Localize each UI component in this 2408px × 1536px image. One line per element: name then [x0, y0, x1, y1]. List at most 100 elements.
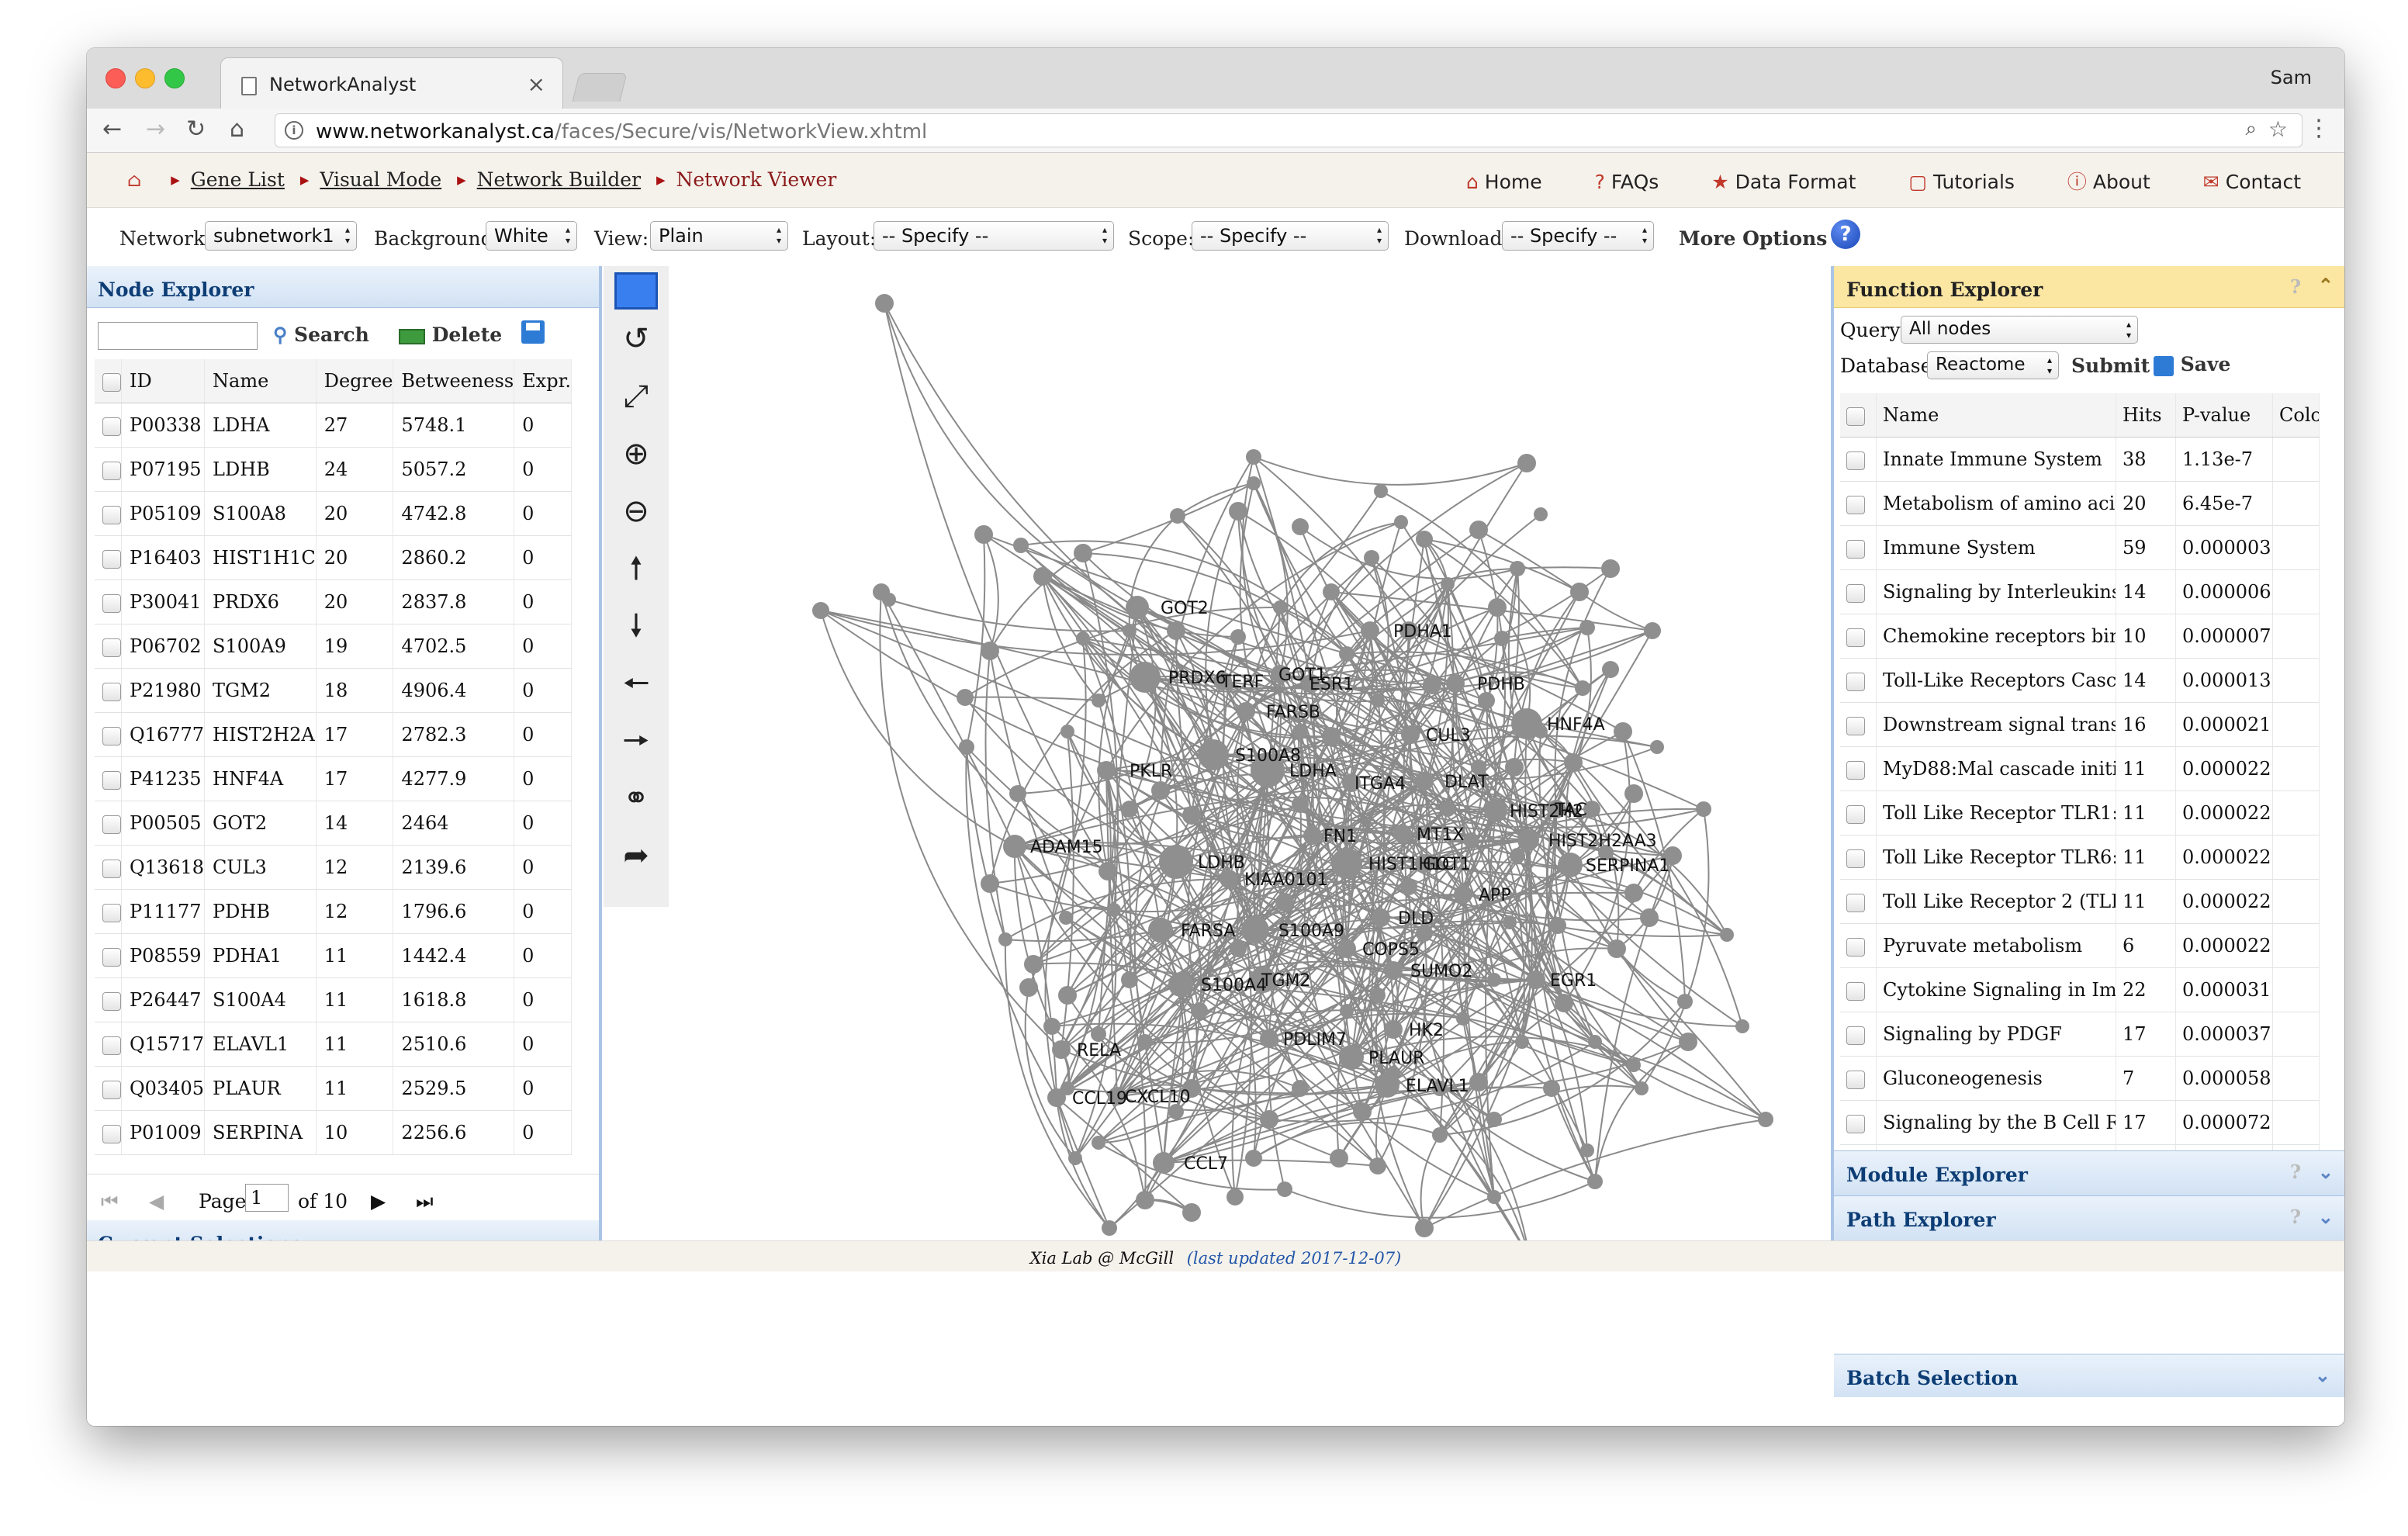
- network-node[interactable]: [1353, 1102, 1372, 1121]
- url-field[interactable]: i www.networkanalyst.ca/faces/Secure/vis…: [275, 113, 2302, 147]
- table-row[interactable]: P07195 LDHB 24 5057.2 0: [95, 447, 573, 492]
- scope-select[interactable]: -- Specify --: [1192, 221, 1389, 251]
- network-node[interactable]: [1624, 884, 1643, 902]
- pathway-color[interactable]: [2272, 702, 2320, 747]
- checkbox[interactable]: [102, 549, 121, 569]
- row-checkbox[interactable]: [95, 1022, 122, 1067]
- prev-page-icon[interactable]: ◀: [149, 1190, 164, 1213]
- network-node[interactable]: [1136, 1191, 1154, 1209]
- network-node-ccl7[interactable]: [1153, 1152, 1175, 1174]
- network-node-farsa[interactable]: [1148, 918, 1173, 943]
- network-node[interactable]: [1588, 1035, 1602, 1049]
- checkbox[interactable]: [102, 947, 121, 967]
- submit-button[interactable]: Submit: [2071, 355, 2150, 377]
- node-search-input[interactable]: [98, 322, 258, 350]
- network-node[interactable]: [1575, 680, 1590, 696]
- table-row[interactable]: Toll Like Receptor 2 (TLR2)110.000022: [1840, 879, 2320, 924]
- network-node[interactable]: [1043, 1018, 1060, 1035]
- network-node[interactable]: [1432, 1127, 1448, 1143]
- view-select[interactable]: Plain: [650, 221, 788, 251]
- checkbox[interactable]: [1846, 495, 1865, 514]
- network-node[interactable]: [1487, 973, 1501, 987]
- network-node[interactable]: [1650, 740, 1664, 754]
- network-node[interactable]: [1292, 1080, 1309, 1097]
- help-icon[interactable]: ?: [1831, 220, 1860, 249]
- pathway-color[interactable]: [2272, 835, 2320, 880]
- network-node[interactable]: [1677, 994, 1693, 1009]
- expand-icon[interactable]: ⌄: [2315, 1364, 2330, 1386]
- network-node[interactable]: [882, 593, 896, 607]
- table-row[interactable]: P11177 PDHB 12 1796.6 0: [95, 889, 573, 934]
- table-row[interactable]: Toll Like Receptor TLR1:TLR2110.000022: [1840, 790, 2320, 835]
- network-node-mt1x[interactable]: [1393, 825, 1412, 843]
- pathway-color[interactable]: [2272, 1100, 2320, 1145]
- checkbox[interactable]: [102, 991, 121, 1011]
- checkbox[interactable]: [102, 638, 121, 657]
- pathway-color[interactable]: [2272, 481, 2320, 526]
- checkbox[interactable]: [1846, 451, 1865, 470]
- network-node-rela[interactable]: [1052, 1040, 1071, 1059]
- table-row[interactable]: P41235 HNF4A 17 4277.9 0: [95, 756, 573, 801]
- network-node[interactable]: [1503, 915, 1517, 929]
- table-row[interactable]: P00338 LDHA 27 5748.1 0: [95, 403, 573, 448]
- network-node[interactable]: [998, 932, 1012, 946]
- breadcrumb-home-icon[interactable]: ⌂: [127, 169, 141, 191]
- network-node-prdx6[interactable]: [1130, 662, 1161, 693]
- network-node[interactable]: [1735, 1019, 1749, 1033]
- network-node-s100a9[interactable]: [1241, 916, 1269, 944]
- row-checkbox[interactable]: [1840, 1056, 1877, 1101]
- network-node[interactable]: [1549, 917, 1566, 934]
- network-node[interactable]: [1074, 544, 1092, 562]
- maximize-window-button[interactable]: [164, 68, 185, 88]
- network-node[interactable]: [1245, 1150, 1262, 1167]
- row-checkbox[interactable]: [95, 977, 122, 1022]
- pathway-color[interactable]: [2272, 967, 2320, 1012]
- table-row[interactable]: P00505 GOT2 14 2464 0: [95, 801, 573, 846]
- profile-name[interactable]: Sam: [2271, 67, 2312, 88]
- network-node[interactable]: [1137, 1034, 1153, 1050]
- select-all-checkbox[interactable]: [1840, 393, 1877, 438]
- pathway-color[interactable]: [2272, 569, 2320, 614]
- network-node-farsb[interactable]: [1237, 702, 1255, 721]
- checkbox[interactable]: [102, 859, 121, 878]
- network-node[interactable]: [1601, 559, 1620, 578]
- background-select[interactable]: White: [486, 221, 577, 251]
- first-page-icon[interactable]: ⏮: [101, 1190, 119, 1213]
- table-row[interactable]: Metabolism of amino acids 20 6.45e-7: [1840, 481, 2320, 526]
- reset-icon[interactable]: ↺: [604, 322, 669, 356]
- network-node[interactable]: [957, 689, 974, 706]
- reload-icon[interactable]: ↻: [186, 116, 206, 143]
- network-node-app[interactable]: [1454, 885, 1472, 904]
- network-node-s100a4[interactable]: [1168, 972, 1193, 997]
- network-node-serpina1[interactable]: [1558, 853, 1583, 877]
- table-row[interactable]: P26447 S100A4 11 1618.8 0: [95, 977, 573, 1022]
- network-node[interactable]: [1322, 727, 1341, 746]
- row-checkbox[interactable]: [1840, 967, 1877, 1012]
- row-checkbox[interactable]: [1840, 923, 1877, 968]
- nav-faqs-link[interactable]: ? FAQs: [1595, 171, 1659, 193]
- next-page-icon[interactable]: ▶: [371, 1190, 386, 1213]
- network-node[interactable]: [1440, 801, 1455, 817]
- network-node[interactable]: [1602, 661, 1619, 678]
- help-question-icon[interactable]: ?: [2290, 1206, 2301, 1228]
- network-node[interactable]: [1246, 449, 1261, 465]
- close-window-button[interactable]: [106, 68, 126, 88]
- network-node[interactable]: [812, 602, 829, 619]
- network-node[interactable]: [1423, 676, 1441, 694]
- checkbox[interactable]: [1846, 981, 1865, 1001]
- network-node-egr1[interactable]: [1527, 970, 1545, 989]
- network-node-adam15[interactable]: [1003, 835, 1026, 858]
- network-node[interactable]: [959, 739, 974, 755]
- table-row[interactable]: Q15717 ELAVL1 11 2510.6 0: [95, 1022, 573, 1067]
- nav-about-link[interactable]: ⓘ About: [2067, 171, 2150, 193]
- network-node[interactable]: [1456, 1012, 1470, 1026]
- row-checkbox[interactable]: [95, 1110, 122, 1155]
- network-node-dlat[interactable]: [1415, 772, 1434, 790]
- module-explorer-header[interactable]: Module Explorer ? ⌄: [1834, 1150, 2344, 1195]
- pathway-color[interactable]: [2272, 746, 2320, 791]
- network-node[interactable]: [1614, 722, 1632, 741]
- network-node[interactable]: [1543, 1080, 1560, 1097]
- pathway-color[interactable]: [2272, 790, 2320, 835]
- checkbox[interactable]: [102, 903, 121, 922]
- network-node[interactable]: [1510, 848, 1525, 863]
